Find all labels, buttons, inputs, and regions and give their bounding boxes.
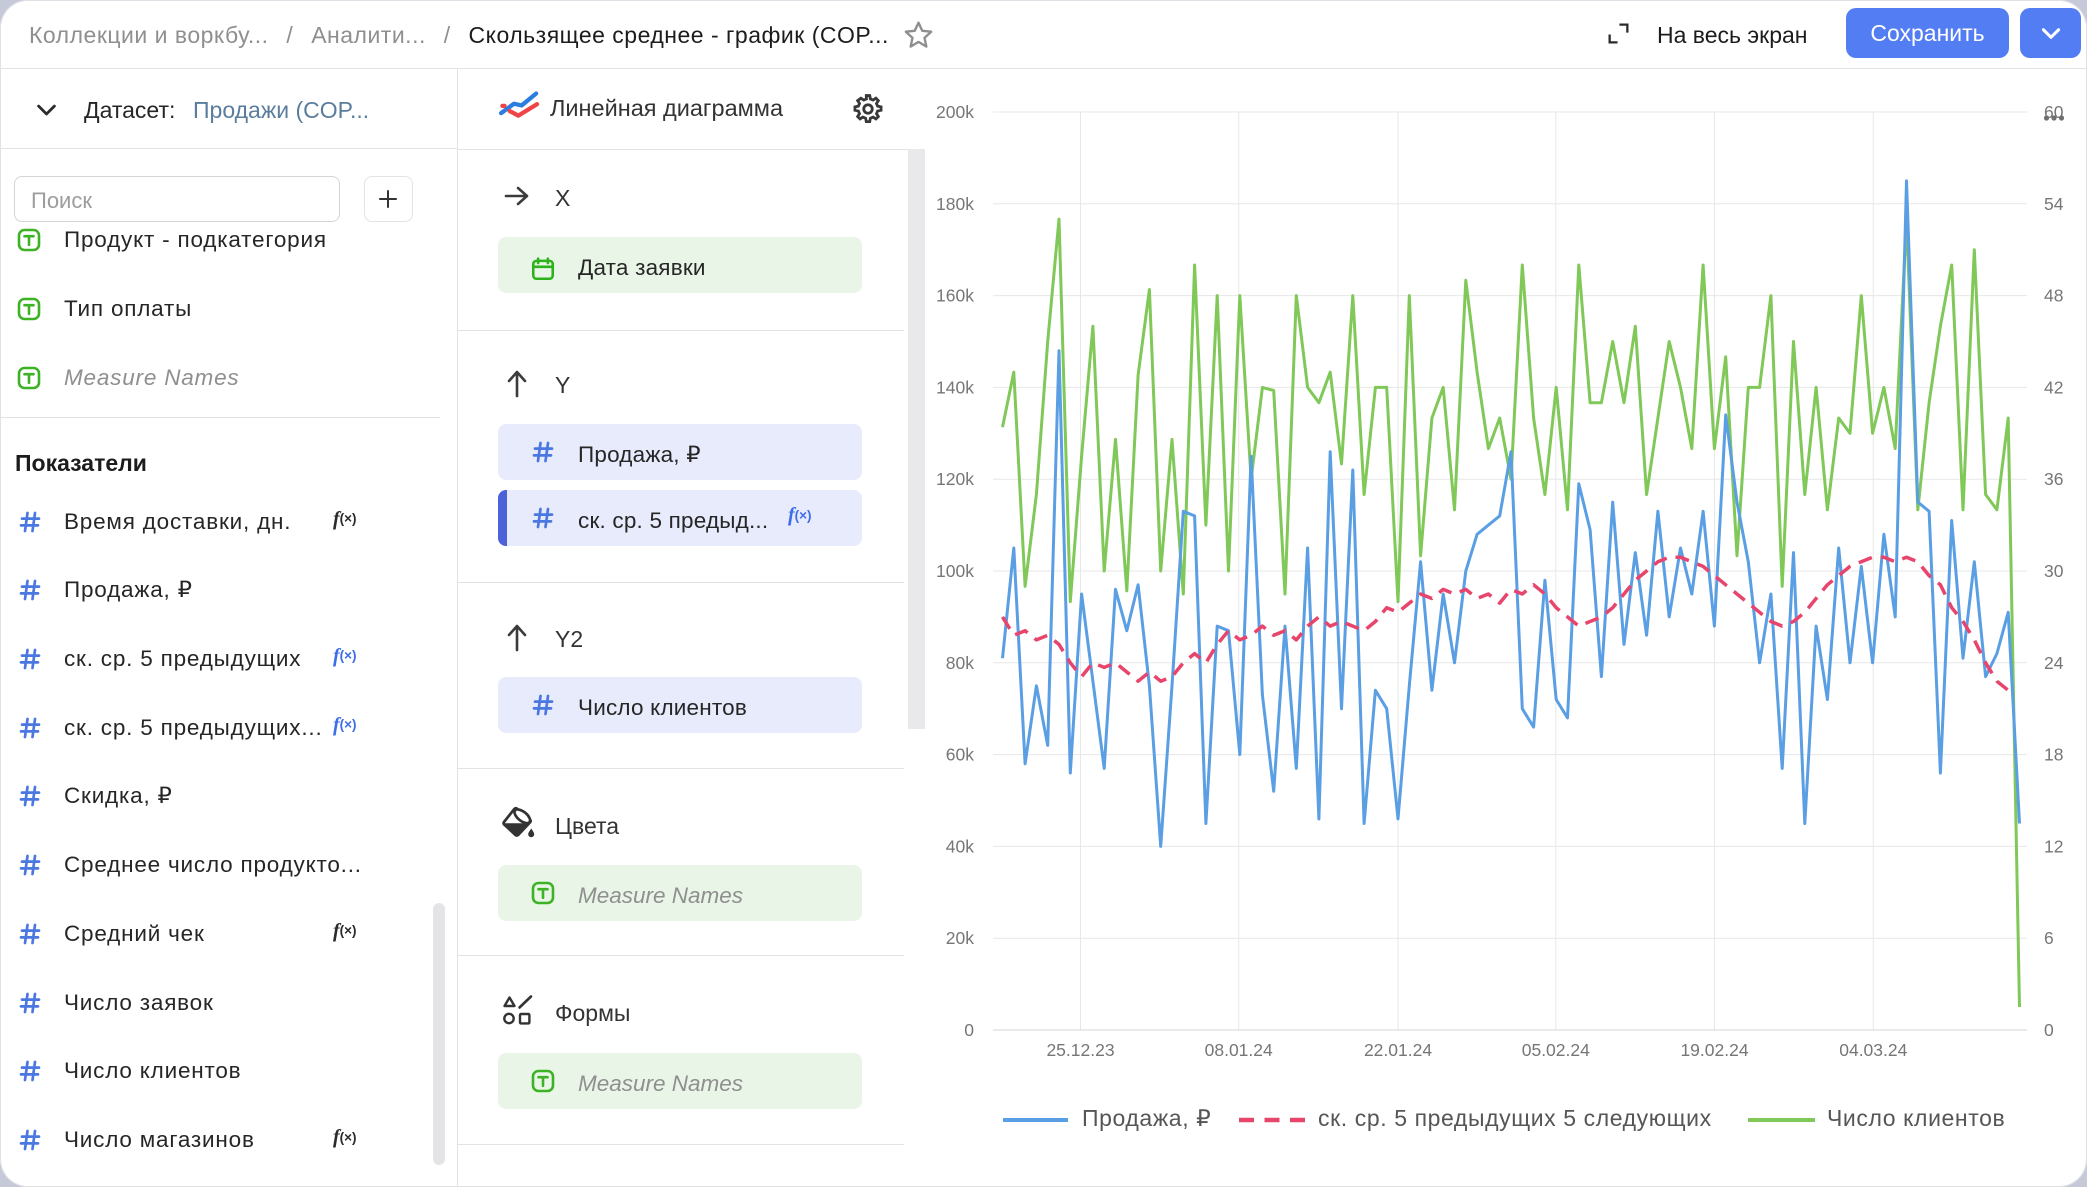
svg-text:25.12.23: 25.12.23	[1046, 1040, 1114, 1060]
svg-text:20k: 20k	[946, 928, 974, 948]
svg-text:24: 24	[2044, 653, 2064, 673]
svg-text:180k: 180k	[936, 194, 974, 214]
svg-text:Продажа, ₽: Продажа, ₽	[1082, 1105, 1211, 1131]
svg-text:22.01.24: 22.01.24	[1364, 1040, 1432, 1060]
svg-text:120k: 120k	[936, 469, 974, 489]
svg-text:42: 42	[2044, 377, 2063, 397]
svg-text:05.02.24: 05.02.24	[1522, 1040, 1590, 1060]
svg-text:04.03.24: 04.03.24	[1839, 1040, 1907, 1060]
svg-text:0: 0	[2044, 1020, 2054, 1040]
svg-text:140k: 140k	[936, 377, 974, 397]
svg-text:36: 36	[2044, 469, 2063, 489]
svg-text:0: 0	[964, 1020, 974, 1040]
svg-text:30: 30	[2044, 561, 2064, 581]
svg-text:19.02.24: 19.02.24	[1680, 1040, 1748, 1060]
svg-text:160k: 160k	[936, 286, 974, 306]
svg-text:ск. ср. 5 предыдущих 5 следующ: ск. ср. 5 предыдущих 5 следующих	[1318, 1105, 1712, 1131]
svg-text:100k: 100k	[936, 561, 974, 581]
svg-text:Число клиентов: Число клиентов	[1827, 1105, 2005, 1131]
svg-text:40k: 40k	[946, 836, 974, 856]
svg-text:18: 18	[2044, 745, 2063, 765]
svg-text:60k: 60k	[946, 745, 974, 765]
svg-text:200k: 200k	[936, 102, 974, 122]
svg-text:6: 6	[2044, 928, 2054, 948]
svg-text:80k: 80k	[946, 653, 974, 673]
svg-text:54: 54	[2044, 194, 2064, 214]
svg-text:08.01.24: 08.01.24	[1205, 1040, 1273, 1060]
svg-text:48: 48	[2044, 286, 2063, 306]
svg-text:12: 12	[2044, 836, 2063, 856]
